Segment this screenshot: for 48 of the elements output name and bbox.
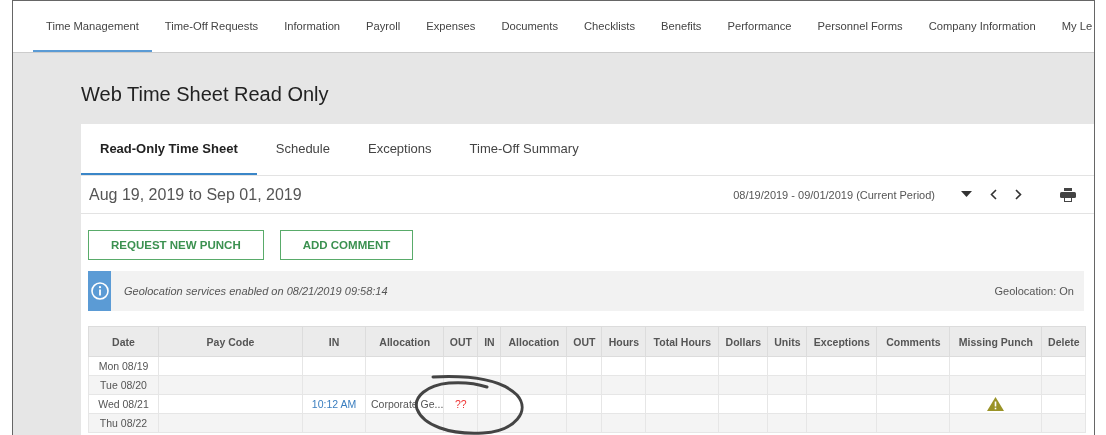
column-header: Allocation bbox=[500, 326, 567, 357]
tab[interactable]: Time-Off Summary bbox=[450, 124, 598, 175]
info-icon bbox=[88, 271, 111, 311]
action-button[interactable]: ADD COMMENT bbox=[279, 230, 414, 260]
nav-tab[interactable]: My Le bbox=[1048, 1, 1094, 52]
nav-tab[interactable]: Benefits bbox=[648, 1, 715, 52]
previous-icon[interactable] bbox=[990, 189, 997, 200]
column-header: Total Hours bbox=[645, 326, 719, 357]
page-title: Web Time Sheet Read Only bbox=[80, 82, 330, 107]
nav-tab[interactable]: Time-Off Requests bbox=[151, 1, 272, 52]
column-header: Delete bbox=[1041, 326, 1086, 357]
nav-tab[interactable]: Performance bbox=[714, 1, 805, 52]
column-header: Dollars bbox=[718, 326, 768, 357]
column-header: Allocation bbox=[365, 326, 444, 357]
column-header: OUT bbox=[566, 326, 602, 357]
column-header: Comments bbox=[876, 326, 950, 357]
nav-tab[interactable]: Checklists bbox=[571, 1, 648, 52]
dropdown-icon[interactable] bbox=[961, 191, 972, 198]
date-cell: Mon 08/19 bbox=[88, 356, 159, 376]
geolocation-status: Geolocation: On bbox=[994, 285, 1075, 297]
column-header: Pay Code bbox=[158, 326, 303, 357]
column-header: OUT bbox=[443, 326, 478, 357]
time-cell: ?? bbox=[443, 394, 478, 414]
print-icon[interactable] bbox=[1060, 187, 1076, 202]
tab[interactable]: Read-Only Time Sheet bbox=[81, 124, 257, 175]
column-header: Exceptions bbox=[806, 326, 877, 357]
action-button[interactable]: REQUEST NEW PUNCH bbox=[88, 230, 264, 260]
tab[interactable]: Schedule bbox=[256, 124, 349, 175]
nav-tab[interactable]: Information bbox=[271, 1, 354, 52]
nav-tab[interactable]: Time Management bbox=[33, 1, 152, 52]
nav-tab[interactable]: Expenses bbox=[413, 1, 489, 52]
nav-tab[interactable]: Documents bbox=[488, 1, 572, 52]
nav-tab[interactable]: Personnel Forms bbox=[804, 1, 916, 52]
column-header: IN bbox=[477, 326, 501, 357]
date-cell: Wed 08/21 bbox=[88, 394, 159, 414]
nav-tab[interactable]: Payroll bbox=[353, 1, 414, 52]
date-range: Aug 19, 2019 to Sep 01, 2019 bbox=[89, 185, 303, 204]
column-header: Date bbox=[88, 326, 159, 357]
column-header: Missing Punch bbox=[949, 326, 1042, 357]
column-header: Units bbox=[767, 326, 807, 357]
column-header: IN bbox=[302, 326, 366, 357]
tab[interactable]: Exceptions bbox=[348, 124, 451, 175]
time-cell: 10:12 AM bbox=[302, 394, 366, 414]
period-selector[interactable]: 08/19/2019 - 09/01/2019 (Current Period) bbox=[733, 188, 935, 201]
info-message: Geolocation services enabled on 08/21/2019 09:58:14 bbox=[123, 285, 389, 297]
next-icon[interactable] bbox=[1015, 189, 1022, 200]
nav-tab[interactable]: Company Information bbox=[915, 1, 1049, 52]
column-header: Hours bbox=[601, 326, 646, 357]
